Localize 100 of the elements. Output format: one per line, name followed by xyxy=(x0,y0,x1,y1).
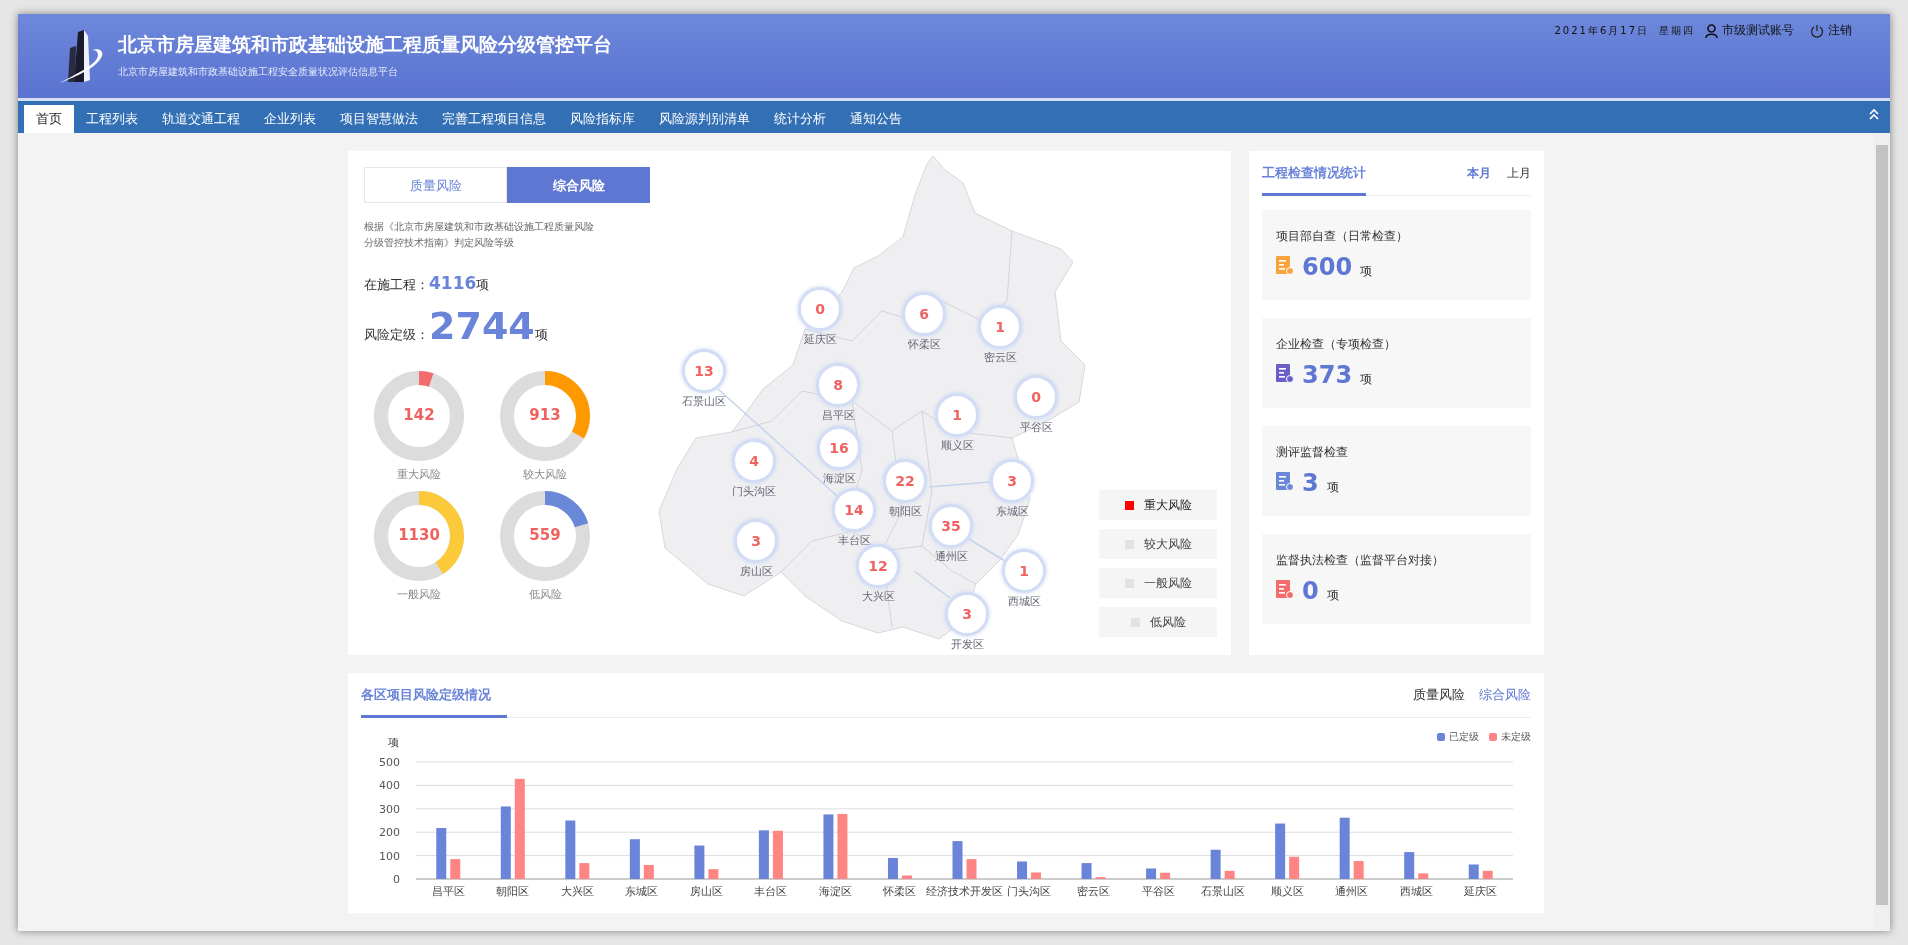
chart-bar xyxy=(772,830,783,879)
chart-bar xyxy=(1210,849,1221,879)
chart-bar xyxy=(1224,870,1235,879)
donut-label: 较大风险 xyxy=(523,467,567,482)
stat-unit: 项 xyxy=(1360,371,1373,388)
count-marker[interactable]: 0 xyxy=(798,287,842,331)
nav-tab[interactable]: 完善工程项目信息 xyxy=(430,105,558,133)
legend-item[interactable]: 较大风险 xyxy=(1099,529,1217,559)
stat-value: 3 xyxy=(1302,469,1319,497)
leader-line xyxy=(913,570,951,599)
mode-tab[interactable]: 质量风险 xyxy=(1413,686,1465,704)
district-label: 延庆区 xyxy=(803,332,837,347)
chart-bar xyxy=(952,841,963,879)
district-label: 通州区 xyxy=(934,549,968,564)
chart-bar xyxy=(1081,863,1092,879)
guideline-note: 根据《北京市房屋建筑和市政基础设施工程质量风险分级管控技术指南》判定风险等级 xyxy=(364,220,595,250)
stat-value: 0 xyxy=(1302,577,1319,605)
legend-item[interactable]: 一般风险 xyxy=(1099,568,1217,598)
weekday-text: 星期四 xyxy=(1659,23,1695,38)
tick-label: 100 xyxy=(379,849,400,863)
stat-label: 在施工程： xyxy=(364,276,429,294)
panel-title[interactable]: 各区项目风险定级情况 xyxy=(361,672,507,718)
card-title: 监督执法检查（监督平台对接） xyxy=(1276,552,1445,569)
card-title: 项目部自查（日常检查） xyxy=(1276,228,1409,245)
category-label: 延庆区 xyxy=(1464,885,1498,898)
nav-tab[interactable]: 统计分析 xyxy=(762,105,838,133)
district-label: 东城区 xyxy=(995,504,1029,519)
district-label: 门头沟区 xyxy=(732,484,776,499)
stat-value: 2744 xyxy=(429,304,535,348)
stat-value: 600 xyxy=(1302,253,1353,281)
nav-tab[interactable]: 首页 xyxy=(24,105,74,133)
chart-bar xyxy=(1160,872,1171,879)
panel-title[interactable]: 工程检查情况统计 xyxy=(1262,150,1366,196)
chart-bar xyxy=(966,859,977,879)
donut-value: 142 xyxy=(402,406,436,424)
stat-unit: 项 xyxy=(1326,587,1339,604)
legend-item[interactable]: 重大风险 xyxy=(1099,490,1217,520)
donut-value: 913 xyxy=(528,406,562,424)
nav-tab[interactable]: 企业列表 xyxy=(252,105,328,133)
tick-label: 300 xyxy=(379,802,400,816)
period-tab[interactable]: 本月 xyxy=(1467,164,1491,182)
district-label: 密云区 xyxy=(983,350,1017,365)
category-label: 门头沟区 xyxy=(1007,885,1052,898)
category-label: 海淀区 xyxy=(818,885,852,898)
district-label: 房山区 xyxy=(739,564,773,579)
account-link[interactable]: 市级测试账号 xyxy=(1722,22,1794,39)
count-marker[interactable]: 13 xyxy=(682,349,726,393)
tick-label: 400 xyxy=(379,779,400,793)
collapse-icon[interactable] xyxy=(1868,108,1880,120)
chart-bar xyxy=(1017,861,1028,879)
chart-bar xyxy=(901,875,912,879)
district-label: 怀柔区 xyxy=(907,337,941,352)
scrollbar[interactable] xyxy=(1874,133,1890,931)
district-label: 石景山区 xyxy=(682,394,726,409)
user-icon xyxy=(1705,23,1718,38)
period-tab[interactable]: 上月 xyxy=(1507,164,1531,182)
chart-bar xyxy=(694,845,705,879)
chart-bar xyxy=(1353,861,1364,879)
donut-label: 低风险 xyxy=(528,587,562,602)
count-marker[interactable]: 3 xyxy=(945,592,989,636)
risk-tab[interactable]: 综合风险 xyxy=(507,167,650,203)
tick-label: 0 xyxy=(393,873,400,886)
chart-bar xyxy=(823,814,834,879)
category-label: 密云区 xyxy=(1077,885,1111,898)
district-label: 西城区 xyxy=(1007,594,1041,609)
chart-bar xyxy=(708,869,719,879)
chart-bar xyxy=(837,813,848,879)
legend-item[interactable]: 低风险 xyxy=(1099,607,1217,637)
chart-bar xyxy=(1146,868,1157,879)
legend-label: 已定级 xyxy=(1449,730,1479,744)
nav-tab[interactable]: 风险指标库 xyxy=(558,105,647,133)
category-label: 东城区 xyxy=(625,885,659,898)
stat-label: 风险定级： xyxy=(364,326,429,344)
risk-tab[interactable]: 质量风险 xyxy=(364,167,507,203)
category-label: 大兴区 xyxy=(560,885,594,898)
category-label: 顺义区 xyxy=(1270,885,1304,898)
stat-value: 4116 xyxy=(429,273,477,293)
stat-unit: 项 xyxy=(476,277,490,294)
leader-line xyxy=(928,481,991,488)
card-title: 测评监督检查 xyxy=(1276,444,1349,461)
nav-tab[interactable]: 风险源判别清单 xyxy=(647,105,762,133)
chart-bar xyxy=(450,859,461,879)
chart-bar xyxy=(436,828,447,879)
count-marker[interactable]: 1 xyxy=(1002,549,1046,593)
chart-bar xyxy=(1031,872,1042,879)
chart-bar xyxy=(1289,856,1300,879)
mode-tab[interactable]: 综合风险 xyxy=(1479,686,1531,704)
district-label: 顺义区 xyxy=(940,438,974,453)
chart-bar xyxy=(1404,852,1415,879)
chart-bar xyxy=(643,864,654,879)
nav-tab[interactable]: 工程列表 xyxy=(74,105,150,133)
site-subtitle: 北京市房屋建筑和市政基础设施工程安全质量状况评估信息平台 xyxy=(118,65,399,79)
category-label: 昌平区 xyxy=(431,885,465,898)
chart-bar xyxy=(579,863,590,879)
category-label: 经济技术开发区 xyxy=(926,885,1003,898)
tick-label: 500 xyxy=(379,756,400,769)
logout-link[interactable]: 注销 xyxy=(1828,22,1852,39)
nav-tab[interactable]: 项目智慧做法 xyxy=(328,105,430,133)
nav-tab[interactable]: 轨道交通工程 xyxy=(150,105,252,133)
nav-tab[interactable]: 通知公告 xyxy=(838,105,914,133)
